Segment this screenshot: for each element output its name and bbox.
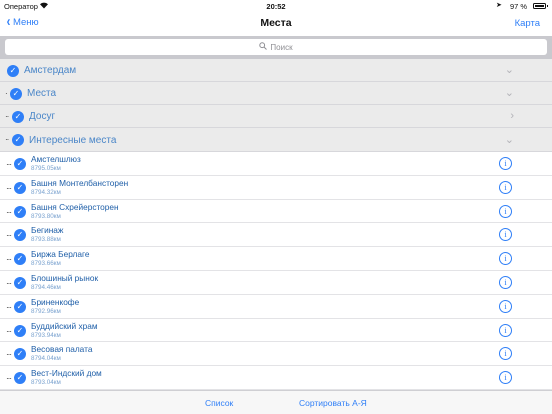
info-icon[interactable]: i: [499, 347, 512, 361]
checkmark-icon[interactable]: ✓: [14, 372, 26, 385]
checkmark-icon[interactable]: ✓: [14, 158, 26, 170]
chevron-right-icon[interactable]: ›: [510, 110, 514, 122]
list-item[interactable]: ··· ✓ Бегинаж 8793.88км i: [0, 223, 552, 248]
checkmark-icon[interactable]: ✓: [12, 134, 24, 146]
info-icon[interactable]: i: [499, 299, 512, 313]
checkmark-icon[interactable]: ✓: [14, 205, 26, 218]
status-time: 20:52: [266, 1, 286, 11]
list-item[interactable]: ··· ✓ Вест-Индский дом 8793.04км i: [0, 366, 552, 390]
page-title: Места: [260, 17, 292, 29]
indent-dots: ···: [6, 255, 12, 265]
sort-button[interactable]: Сортировать А-Я: [299, 398, 367, 408]
indent-dots: ···: [6, 302, 12, 312]
chevron-down-icon[interactable]: ⌄: [505, 86, 514, 99]
indent-dots: ···: [6, 183, 12, 193]
checkmark-icon[interactable]: ✓: [14, 324, 26, 337]
place-name: Бриненкофе: [31, 296, 80, 307]
checkmark-icon[interactable]: ✓: [7, 64, 19, 77]
info-icon[interactable]: i: [499, 157, 512, 170]
checkmark-icon[interactable]: ✓: [14, 277, 26, 289]
checkmark-icon[interactable]: ✓: [14, 253, 26, 266]
indent-dots: ···: [6, 231, 12, 241]
place-distance: 8794.46км: [31, 284, 61, 291]
navigation-bar: ‹ Меню Места Карта: [0, 12, 552, 36]
bottom-toolbar: Список Сортировать А-Я: [0, 390, 552, 414]
place-distance: 8793.04км: [31, 379, 61, 387]
list-item[interactable]: ··· ✓ Амстелшлюз 8795.05км i: [0, 152, 552, 176]
checkmark-icon[interactable]: ✓: [14, 181, 26, 194]
place-distance: 8792.96км: [31, 307, 61, 315]
place-distance: 8794.04км: [31, 355, 61, 363]
place-distance: 8793.66км: [31, 260, 61, 268]
checkmark-icon[interactable]: ✓: [10, 87, 22, 100]
battery-percent: 97 %: [510, 1, 528, 11]
group-label: Места: [27, 87, 57, 99]
status-bar: Оператор 20:52 ➤ 97 %: [0, 0, 552, 12]
place-name: Башня Монтелбансторен: [31, 177, 129, 188]
place-distance: 8794.32км: [31, 188, 61, 196]
search-bar: Поиск: [0, 36, 552, 59]
group-header-sights[interactable]: ·· ✓ Интересные места ⌄: [0, 128, 552, 152]
checkmark-icon[interactable]: ✓: [12, 110, 24, 123]
place-distance: 8793.88км: [31, 236, 61, 244]
list-item[interactable]: ··· ✓ Буддийский храм 8793.94км i: [0, 318, 552, 343]
chevron-down-icon[interactable]: ⌄: [505, 133, 514, 146]
list-item[interactable]: ··· ✓ Башня Монтелбансторен 8794.32км i: [0, 175, 552, 200]
chevron-down-icon[interactable]: ⌄: [505, 63, 514, 76]
place-name: Бегинаж: [31, 225, 64, 236]
place-distance: 8793.80км: [31, 212, 61, 220]
checkmark-icon[interactable]: ✓: [14, 300, 26, 313]
map-button[interactable]: Карта: [515, 18, 540, 29]
indent-dots: ·: [5, 89, 8, 98]
info-icon[interactable]: i: [499, 252, 512, 266]
group-label: Интересные места: [29, 134, 117, 146]
indent-dots: ··: [5, 135, 9, 144]
group-header-leisure[interactable]: ·· ✓ Досуг ›: [0, 105, 552, 128]
list-button[interactable]: Список: [205, 398, 233, 408]
place-name: Блошиный рынок: [31, 273, 99, 283]
info-icon[interactable]: i: [499, 371, 512, 385]
info-icon[interactable]: i: [499, 180, 512, 194]
place-name: Амстелшлюз: [31, 154, 81, 164]
place-name: Башня Схрейерсторен: [31, 201, 119, 212]
indent-dots: ···: [6, 374, 12, 384]
place-name: Биржа Берлаге: [31, 249, 90, 260]
group-header-amsterdam[interactable]: ✓ Амстердам ⌄: [0, 59, 552, 82]
place-distance: 8793.94км: [31, 331, 61, 339]
checkmark-icon[interactable]: ✓: [14, 229, 26, 242]
info-icon[interactable]: i: [499, 228, 512, 242]
group-label: Досуг: [29, 110, 56, 122]
indent-dots: ···: [6, 350, 12, 360]
place-name: Буддийский храм: [31, 320, 98, 331]
list-item[interactable]: ··· ✓ Блошиный рынок 8794.46км i: [0, 271, 552, 295]
indent-dots: ···: [6, 160, 12, 169]
place-distance: 8795.05км: [31, 165, 61, 172]
checkmark-icon[interactable]: ✓: [14, 348, 26, 361]
place-name: Вест-Индский дом: [31, 368, 102, 379]
battery-icon: [533, 2, 548, 9]
info-icon[interactable]: i: [499, 204, 512, 218]
list-item[interactable]: ··· ✓ Биржа Берлаге 8793.66км i: [0, 247, 552, 271]
indent-dots: ··: [5, 112, 9, 121]
search-icon: [259, 42, 268, 52]
info-icon[interactable]: i: [499, 323, 512, 337]
indent-dots: ···: [6, 326, 12, 336]
group-label: Амстердам: [24, 64, 77, 76]
list-item[interactable]: ··· ✓ Весовая палата 8794.04км i: [0, 342, 552, 367]
indent-dots: ···: [6, 279, 12, 288]
location-arrow-icon: ➤: [496, 2, 502, 9]
search-input[interactable]: Поиск: [5, 39, 547, 55]
list-item[interactable]: ··· ✓ Башня Схрейерсторен 8793.80км i: [0, 199, 552, 224]
group-header-places[interactable]: · ✓ Места ⌄: [0, 82, 552, 105]
place-name: Весовая палата: [31, 344, 93, 355]
info-icon[interactable]: i: [499, 276, 512, 289]
search-placeholder: Поиск: [270, 42, 293, 52]
indent-dots: ···: [6, 207, 12, 217]
list-item[interactable]: ··· ✓ Бриненкофе 8792.96км i: [0, 294, 552, 319]
